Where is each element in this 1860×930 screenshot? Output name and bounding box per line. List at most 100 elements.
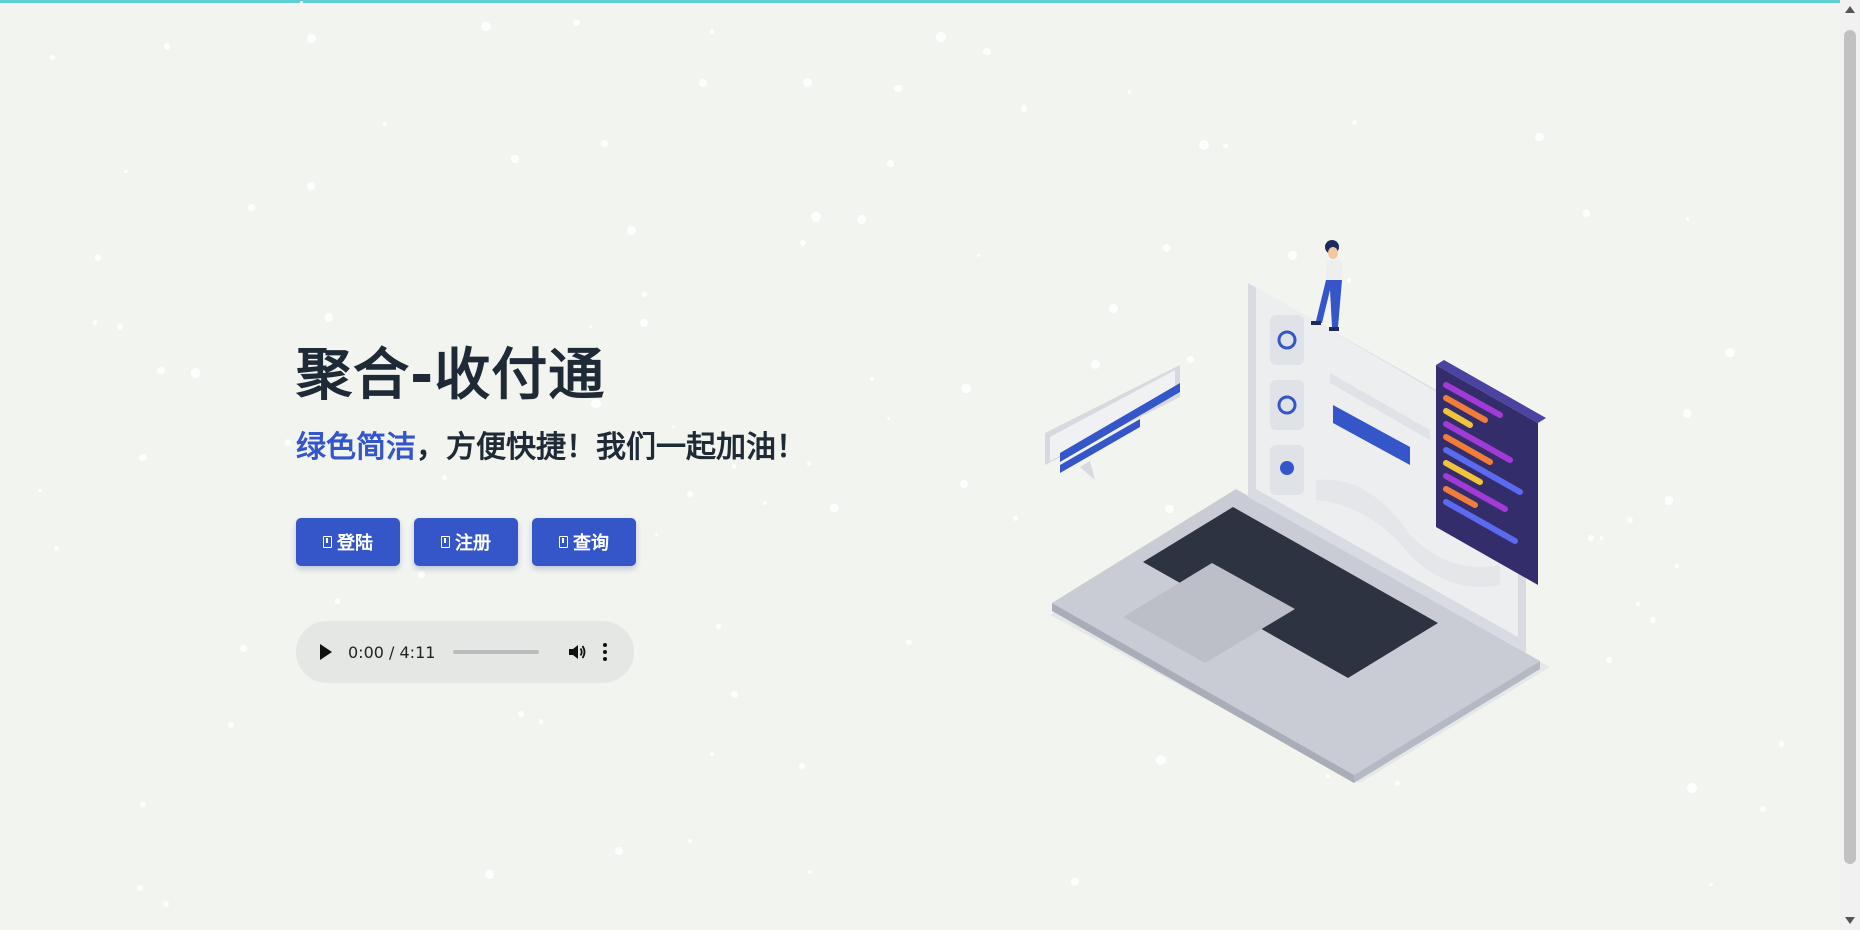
snow-particle [886, 160, 894, 168]
snow-particle [654, 533, 658, 537]
snow-particle [641, 292, 647, 297]
snow-particle [763, 500, 768, 506]
snow-particle [1352, 119, 1357, 125]
volume-icon[interactable] [567, 642, 587, 662]
snow-particle [983, 47, 991, 56]
register-button[interactable]: 注册 [414, 518, 518, 566]
more-options-icon[interactable] [603, 643, 608, 661]
snow-particle [157, 367, 165, 375]
snow-particle [803, 78, 813, 88]
snow-particle [716, 624, 721, 629]
snow-particle [710, 751, 715, 756]
snow-particle [601, 139, 609, 147]
file-icon [441, 536, 450, 548]
scroll-up-icon[interactable] [1845, 6, 1855, 13]
snow-particle [190, 368, 201, 378]
snow-particle [284, 439, 292, 446]
snow-particle [538, 719, 544, 724]
snow-particle [1606, 656, 1613, 663]
page-title: 聚合-收付通 [296, 343, 606, 408]
snow-particle [731, 690, 739, 698]
snow-particle [324, 313, 334, 322]
snow-particle [1686, 782, 1697, 793]
snow-particle [961, 383, 971, 393]
snow-particle [1709, 882, 1713, 886]
file-icon [323, 536, 332, 548]
snow-particle [1674, 563, 1679, 568]
snow-particle [1020, 105, 1028, 112]
snow-particle [1760, 806, 1767, 813]
scroll-thumb[interactable] [1844, 30, 1856, 864]
snow-particle [511, 155, 519, 163]
snow-particle [140, 801, 146, 808]
snow-particle [162, 901, 169, 908]
snow-particle [1127, 90, 1131, 94]
snow-particle [686, 491, 693, 498]
snow-particle [936, 32, 946, 42]
register-button-label: 注册 [455, 533, 491, 554]
snow-particle [640, 318, 649, 327]
scroll-down-icon[interactable] [1845, 917, 1855, 924]
snow-particle [94, 254, 102, 261]
snow-particle [1599, 536, 1604, 540]
snow-particle [481, 22, 491, 32]
subtitle-highlight: 绿色简洁 [296, 430, 416, 465]
snow-particle [1627, 517, 1634, 524]
snow-particle [383, 121, 387, 126]
snow-particle [418, 571, 425, 578]
snow-particle [1199, 140, 1210, 151]
snow-particle [247, 203, 256, 212]
audio-time: 0:00 / 4:11 [348, 642, 436, 662]
snow-particle [808, 869, 813, 874]
query-button[interactable]: 查询 [532, 518, 636, 566]
snow-particle [334, 598, 341, 605]
snow-particle [1725, 347, 1735, 358]
snow-particle [485, 870, 494, 879]
laptop-illustration [1045, 240, 1550, 783]
snow-particle [856, 214, 866, 224]
snow-particle [227, 721, 234, 729]
snow-particle [798, 762, 806, 770]
snow-particle [573, 19, 580, 27]
snow-particle [589, 325, 593, 329]
snow-particle [50, 55, 56, 61]
snow-particle [306, 182, 315, 190]
snow-particle [894, 84, 902, 93]
snow-particle [1685, 217, 1690, 221]
snow-particle [687, 839, 692, 844]
action-buttons: 登陆 注册 查询 [296, 518, 636, 566]
snow-particle [799, 240, 806, 247]
audio-player: 0:00 / 4:11 [296, 621, 634, 683]
snow-particle [1778, 741, 1785, 747]
top-accent-bar [0, 0, 1860, 3]
query-button-label: 查询 [573, 533, 609, 554]
snow-particle [905, 639, 912, 646]
snow-particle [811, 211, 821, 222]
login-button[interactable]: 登陆 [296, 518, 400, 566]
snow-particle [1636, 602, 1640, 607]
snow-particle [139, 453, 147, 462]
snow-particle [1070, 877, 1079, 886]
hero-section: 聚合-收付通 绿色简洁，方便快捷！我们一起加油！ 登陆 注册 查询 0:00 /… [296, 340, 916, 683]
snow-particle [517, 710, 524, 717]
snow-particle [626, 225, 637, 235]
login-button-label: 登陆 [337, 533, 373, 554]
vertical-scrollbar[interactable] [1840, 0, 1860, 930]
snow-particle [977, 253, 981, 258]
snow-particle [699, 79, 707, 87]
snow-particle [709, 29, 715, 34]
snow-particle [1682, 409, 1691, 418]
play-icon[interactable] [320, 644, 332, 660]
snow-particle [959, 479, 968, 488]
snow-particle [137, 885, 144, 892]
audio-progress-bar[interactable] [453, 650, 540, 654]
snow-particle [306, 34, 316, 43]
snow-particle [239, 645, 248, 653]
snow-particle [830, 503, 839, 512]
snow-particle [1534, 132, 1544, 142]
snow-particle [1222, 143, 1228, 149]
page-subtitle: 绿色简洁，方便快捷！我们一起加油！ [296, 428, 916, 468]
snow-particle [1012, 516, 1019, 522]
subtitle-text: ，方便快捷！我们一起加油！ [416, 430, 806, 465]
snow-particle [53, 546, 59, 552]
